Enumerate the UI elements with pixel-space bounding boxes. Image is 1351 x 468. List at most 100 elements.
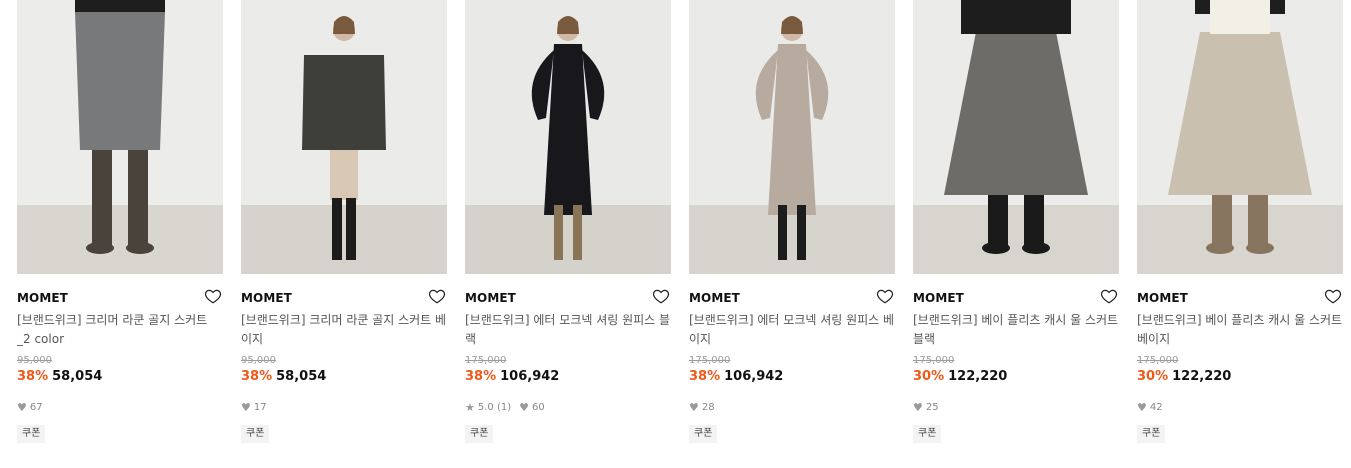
- price-row: 38% 58,054: [17, 368, 223, 386]
- product-stats: ♥ 25: [913, 400, 1119, 414]
- product-title[interactable]: [브랜드위크] 베이 플리츠 캐시 울 스커트 베이지: [1137, 311, 1343, 349]
- product-photo[interactable]: [17, 0, 223, 274]
- brand-row: MOMET: [1137, 287, 1343, 309]
- sale-price: 106,942: [724, 369, 784, 384]
- heart-filled-icon: ♥: [17, 400, 27, 414]
- like-count: ♥ 42: [1137, 401, 1163, 414]
- heart-filled-icon: ♥: [1137, 400, 1147, 414]
- product-photo[interactable]: [689, 0, 895, 274]
- brand-row: MOMET: [913, 287, 1119, 309]
- like-count-value: 25: [925, 401, 939, 413]
- discount-rate: 38%: [465, 369, 497, 384]
- like-count: ♥ 28: [689, 401, 715, 414]
- product-card[interactable]: MOMET [브랜드위크] 에터 모크넥 셔링 원피스 블랙 175,000 38%…: [465, 0, 671, 443]
- product-photo[interactable]: [1137, 0, 1343, 274]
- coupon-badge: 쿠폰: [17, 425, 46, 443]
- product-stats: ♥ 42: [1137, 400, 1343, 414]
- product-grid: MOMET [브랜드위크] 크리머 라쿤 골지 스커트 _2 color 95,0…: [0, 0, 1351, 468]
- heart-filled-icon: ♥: [913, 400, 923, 414]
- original-price: 175,000: [913, 355, 955, 366]
- like-count-value: 17: [253, 401, 267, 413]
- product-image[interactable]: [689, 0, 895, 274]
- original-price: 175,000: [1137, 355, 1179, 366]
- sale-price: 58,054: [276, 369, 327, 384]
- like-count-value: 60: [532, 401, 545, 413]
- product-title[interactable]: [브랜드위크] 베이 플리츠 캐시 울 스커트 블랙: [913, 311, 1119, 349]
- coupon-badge: 쿠폰: [689, 425, 718, 443]
- brand-row: MOMET: [241, 287, 447, 309]
- coupon-badge: 쿠폰: [913, 425, 942, 443]
- like-count: ♥ 25: [913, 401, 939, 414]
- discount-rate: 38%: [689, 369, 721, 384]
- brand-name[interactable]: MOMET: [241, 291, 292, 305]
- original-price: 175,000: [465, 355, 507, 366]
- brand-row: MOMET: [17, 287, 223, 309]
- product-card[interactable]: MOMET [브랜드위크] 베이 플리츠 캐시 울 스커트 블랙 175,000 3…: [913, 0, 1119, 443]
- sale-price: 122,220: [948, 369, 1008, 384]
- original-price: 95,000: [17, 355, 52, 366]
- coupon-badge: 쿠폰: [1137, 425, 1166, 443]
- coupon-badge: 쿠폰: [241, 425, 270, 443]
- product-title[interactable]: [브랜드위크] 에터 모크넥 셔링 원피스 블랙: [465, 311, 671, 349]
- heart-filled-icon: ♥: [241, 400, 251, 414]
- product-stats: ★ 5.0 (1) ♥ 60: [465, 400, 671, 414]
- discount-rate: 38%: [17, 369, 49, 384]
- product-image[interactable]: [17, 0, 223, 274]
- product-card[interactable]: MOMET [브랜드위크] 크리머 라쿤 골지 스커트 _2 color 95,0…: [17, 0, 223, 443]
- wishlist-heart-icon[interactable]: [876, 287, 894, 305]
- heart-filled-icon: ♥: [689, 400, 699, 414]
- sale-price: 122,220: [1172, 369, 1232, 384]
- brand-row: MOMET: [465, 287, 671, 309]
- price-row: 38% 106,942: [689, 368, 895, 386]
- coupon-badge: 쿠폰: [465, 425, 494, 443]
- like-count-value: 67: [29, 401, 43, 413]
- like-count-value: 28: [701, 401, 715, 413]
- product-stats: ♥ 17: [241, 400, 447, 414]
- product-photo[interactable]: [241, 0, 447, 274]
- brand-name[interactable]: MOMET: [465, 291, 516, 305]
- product-card[interactable]: MOMET [브랜드위크] 크리머 라쿤 골지 스커트 베이지 95,000 38%…: [241, 0, 447, 443]
- rating: ★ 5.0 (1): [465, 401, 511, 414]
- product-title[interactable]: [브랜드위크] 크리머 라쿤 골지 스커트 베이지: [241, 311, 447, 349]
- wishlist-heart-icon[interactable]: [428, 287, 446, 305]
- like-count: ♥ 60: [519, 401, 545, 414]
- price-row: 38% 58,054: [241, 368, 447, 386]
- discount-rate: 30%: [913, 369, 945, 384]
- product-card[interactable]: MOMET [브랜드위크] 베이 플리츠 캐시 울 스커트 베이지 175,000…: [1137, 0, 1343, 443]
- discount-rate: 38%: [241, 369, 273, 384]
- discount-rate: 30%: [1137, 369, 1169, 384]
- product-photo[interactable]: [913, 0, 1119, 274]
- product-card[interactable]: MOMET [브랜드위크] 에터 모크넥 셔링 원피스 베이지 175,000 38…: [689, 0, 895, 443]
- price-row: 30% 122,220: [1137, 368, 1343, 386]
- original-price: 95,000: [241, 355, 276, 366]
- brand-name[interactable]: MOMET: [689, 291, 740, 305]
- product-image[interactable]: [1137, 0, 1343, 274]
- sale-price: 58,054: [52, 369, 103, 384]
- wishlist-heart-icon[interactable]: [204, 287, 222, 305]
- product-photo[interactable]: [465, 0, 671, 274]
- original-price: 175,000: [689, 355, 731, 366]
- sale-price: 106,942: [500, 369, 560, 384]
- product-image[interactable]: [913, 0, 1119, 274]
- wishlist-heart-icon[interactable]: [1100, 287, 1118, 305]
- product-title[interactable]: [브랜드위크] 크리머 라쿤 골지 스커트 _2 color: [17, 311, 223, 349]
- price-row: 38% 106,942: [465, 368, 671, 386]
- product-image[interactable]: [465, 0, 671, 274]
- product-stats: ♥ 67: [17, 400, 223, 414]
- wishlist-heart-icon[interactable]: [652, 287, 670, 305]
- brand-name[interactable]: MOMET: [17, 291, 68, 305]
- product-title[interactable]: [브랜드위크] 에터 모크넥 셔링 원피스 베이지: [689, 311, 895, 349]
- product-image[interactable]: [241, 0, 447, 274]
- product-stats: ♥ 28: [689, 400, 895, 414]
- brand-row: MOMET: [689, 287, 895, 309]
- review-count: (1): [496, 401, 512, 413]
- star-icon: ★: [465, 400, 475, 414]
- rating-value: 5.0: [477, 401, 494, 413]
- wishlist-heart-icon[interactable]: [1324, 287, 1342, 305]
- brand-name[interactable]: MOMET: [913, 291, 964, 305]
- like-count: ♥ 67: [17, 401, 43, 414]
- like-count: ♥ 17: [241, 401, 267, 414]
- brand-name[interactable]: MOMET: [1137, 291, 1188, 305]
- like-count-value: 42: [1149, 401, 1163, 413]
- price-row: 30% 122,220: [913, 368, 1119, 386]
